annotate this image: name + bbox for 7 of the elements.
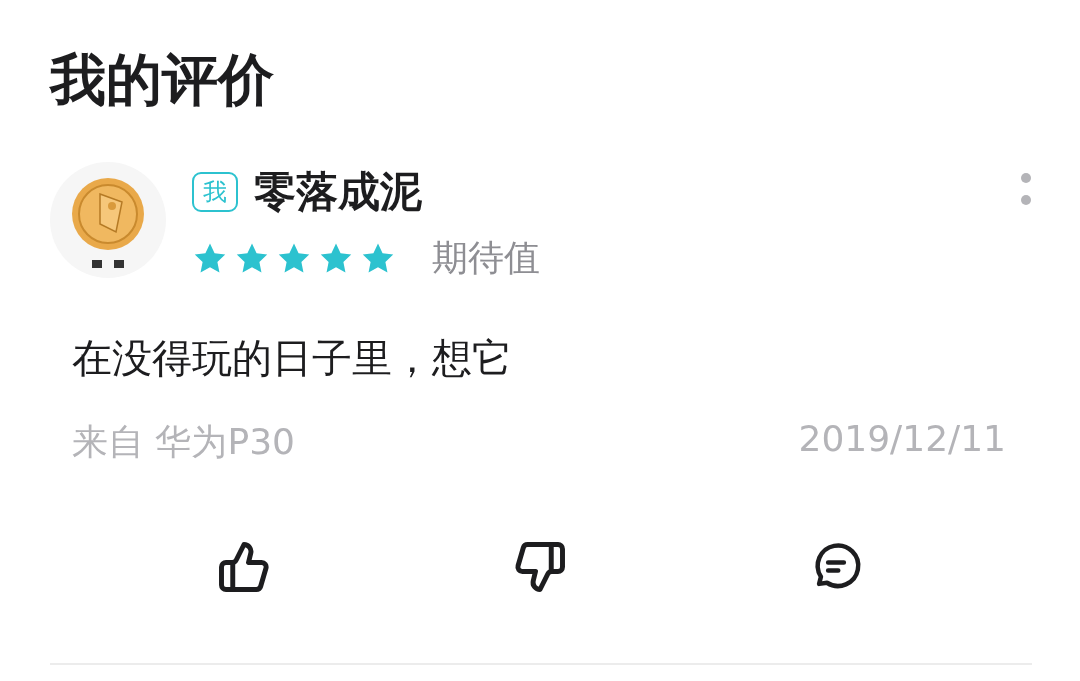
username: 零落成泥: [254, 166, 422, 218]
page-title: 我的评价: [50, 46, 275, 114]
review-text: 在没得玩的日子里，想它: [72, 334, 513, 383]
device-source: 来自 华为P30: [72, 420, 295, 464]
rating-label: 期待值: [432, 236, 540, 280]
review-date: 2019/12/11: [798, 418, 1006, 461]
me-badge: 我: [192, 172, 238, 212]
